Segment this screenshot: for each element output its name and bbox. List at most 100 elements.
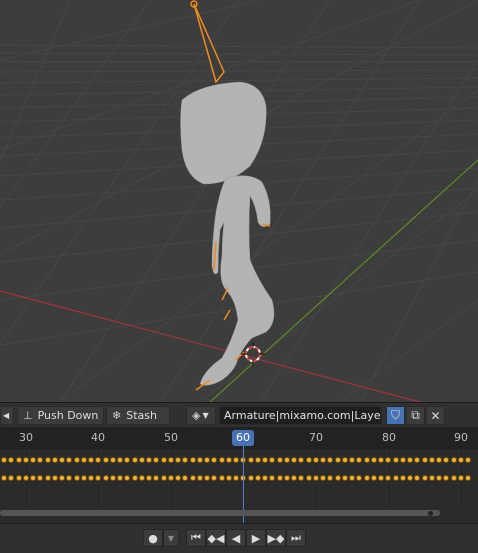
keyframe-dot[interactable] <box>167 457 174 463</box>
unlink-action-button[interactable]: ✕ <box>426 406 445 425</box>
keyframe-dot[interactable] <box>385 475 392 481</box>
keyframe-dot[interactable] <box>22 475 29 481</box>
keyframe-dot[interactable] <box>378 457 384 463</box>
keyframe-dot[interactable] <box>80 457 87 463</box>
keyframe-dot[interactable] <box>73 475 80 481</box>
keyframe-dot[interactable] <box>204 475 210 481</box>
keyframe-dot[interactable] <box>269 457 276 463</box>
keyframe-dot[interactable] <box>465 457 471 463</box>
keyframe-dot[interactable] <box>436 457 442 463</box>
keyframe-dot[interactable] <box>341 475 348 481</box>
keyframe-dot[interactable] <box>189 457 196 463</box>
keyframe-dot[interactable] <box>131 457 138 463</box>
keyframe-dot[interactable] <box>349 475 355 481</box>
keyframe-dot[interactable] <box>356 475 363 481</box>
keyframe-dot[interactable] <box>109 457 116 463</box>
keyframe-dot[interactable] <box>44 457 51 463</box>
keyframe-dot[interactable] <box>117 475 123 481</box>
keyframe-dot[interactable] <box>218 475 225 481</box>
keyframe-dot[interactable] <box>211 475 218 481</box>
keyframe-dot[interactable] <box>66 475 73 481</box>
keyframe-dot[interactable] <box>8 457 15 463</box>
keyframe-dot[interactable] <box>392 475 399 481</box>
stash-button[interactable]: ❄ Stash <box>106 406 170 425</box>
keyframe-dot[interactable] <box>131 475 138 481</box>
keyframe-dot[interactable] <box>189 475 196 481</box>
keyframe-dot[interactable] <box>102 457 109 463</box>
keyframe-dot[interactable] <box>37 457 44 463</box>
keyframe-dot[interactable] <box>320 475 326 481</box>
keyframe-dot[interactable] <box>233 457 239 463</box>
keyframe-dot[interactable] <box>138 475 145 481</box>
keyframe-dot[interactable] <box>37 475 44 481</box>
action-browse-dropdown[interactable]: ◈ ▼ <box>186 406 216 425</box>
keyframe-dot[interactable] <box>51 475 58 481</box>
keyframe-dot[interactable] <box>363 457 370 463</box>
keyframe-dot[interactable] <box>146 457 152 463</box>
current-frame-indicator[interactable]: 60 <box>232 430 254 446</box>
keyframe-dot[interactable] <box>450 475 457 481</box>
keyframe-dot[interactable] <box>378 475 384 481</box>
push-down-button[interactable]: ⊥ Push Down <box>17 406 104 425</box>
keyframe-dot[interactable] <box>320 457 326 463</box>
keyframe-dot[interactable] <box>356 457 363 463</box>
keyframe-dot[interactable] <box>59 457 65 463</box>
keyframe-dot[interactable] <box>73 457 80 463</box>
next-keyframe-button[interactable]: ▶◆ <box>266 529 286 547</box>
keyframe-dot[interactable] <box>15 457 22 463</box>
horizontal-scrollbar[interactable] <box>0 510 440 516</box>
keyframe-dot[interactable] <box>30 475 36 481</box>
keyframe-dot[interactable] <box>269 475 276 481</box>
keyframe-dot[interactable] <box>327 457 334 463</box>
keyframe-dot[interactable] <box>414 475 421 481</box>
keyframe-dot[interactable] <box>305 457 312 463</box>
keyframe-dot[interactable] <box>233 475 239 481</box>
keyframe-dot[interactable] <box>196 457 203 463</box>
keyframe-dot[interactable] <box>247 457 254 463</box>
keyframe-dot[interactable] <box>30 457 36 463</box>
keyframe-dot[interactable] <box>370 457 377 463</box>
action-keyframe-row[interactable] <box>0 474 478 482</box>
keyframe-dot[interactable] <box>334 475 341 481</box>
keyframe-dot[interactable] <box>153 475 160 481</box>
keying-dropdown[interactable]: ▼ <box>163 529 179 547</box>
jump-to-start-button[interactable]: ⏮ <box>186 529 206 547</box>
keyframe-dot[interactable] <box>247 475 254 481</box>
keyframe-dot[interactable] <box>327 475 334 481</box>
keyframe-dot[interactable] <box>457 457 464 463</box>
keyframe-dot[interactable] <box>312 475 319 481</box>
keyframe-dot[interactable] <box>175 475 181 481</box>
keyframe-dot[interactable] <box>182 457 189 463</box>
summary-keyframe-row[interactable] <box>0 456 478 464</box>
keyframe-dot[interactable] <box>160 457 167 463</box>
keyframe-dot[interactable] <box>66 457 73 463</box>
keyframe-dot[interactable] <box>22 457 29 463</box>
keyframe-dot[interactable] <box>312 457 319 463</box>
keyframe-dot[interactable] <box>1 457 7 463</box>
play-button[interactable]: ▶ <box>246 529 266 547</box>
keyframe-dot[interactable] <box>414 457 421 463</box>
keyframe-dot[interactable] <box>138 457 145 463</box>
keyframe-dot[interactable] <box>407 475 413 481</box>
keyframe-dot[interactable] <box>124 475 131 481</box>
keyframe-dot[interactable] <box>407 457 413 463</box>
fake-user-toggle[interactable]: ⛉ <box>386 406 405 425</box>
keyframe-dot[interactable] <box>51 457 58 463</box>
keyframe-dot[interactable] <box>88 457 94 463</box>
keyframe-dot[interactable] <box>262 475 268 481</box>
keyframe-dot[interactable] <box>124 457 131 463</box>
3d-viewport[interactable] <box>0 0 478 402</box>
keyframe-dot[interactable] <box>218 457 225 463</box>
keyframe-dot[interactable] <box>276 457 283 463</box>
keyframe-dot[interactable] <box>291 457 297 463</box>
keyframe-dot[interactable] <box>88 475 94 481</box>
scrollbar-handle[interactable] <box>428 511 433 516</box>
keyframe-dot[interactable] <box>450 457 457 463</box>
keyframe-dot[interactable] <box>225 475 232 481</box>
keyframe-dot[interactable] <box>349 457 355 463</box>
keyframe-dot[interactable] <box>204 457 210 463</box>
keyframe-dot[interactable] <box>59 475 65 481</box>
keyframe-dot[interactable] <box>399 475 406 481</box>
keyframe-dot[interactable] <box>276 475 283 481</box>
dopesheet-timeline[interactable]: 30 40 50 70 80 90 60 <box>0 427 478 523</box>
